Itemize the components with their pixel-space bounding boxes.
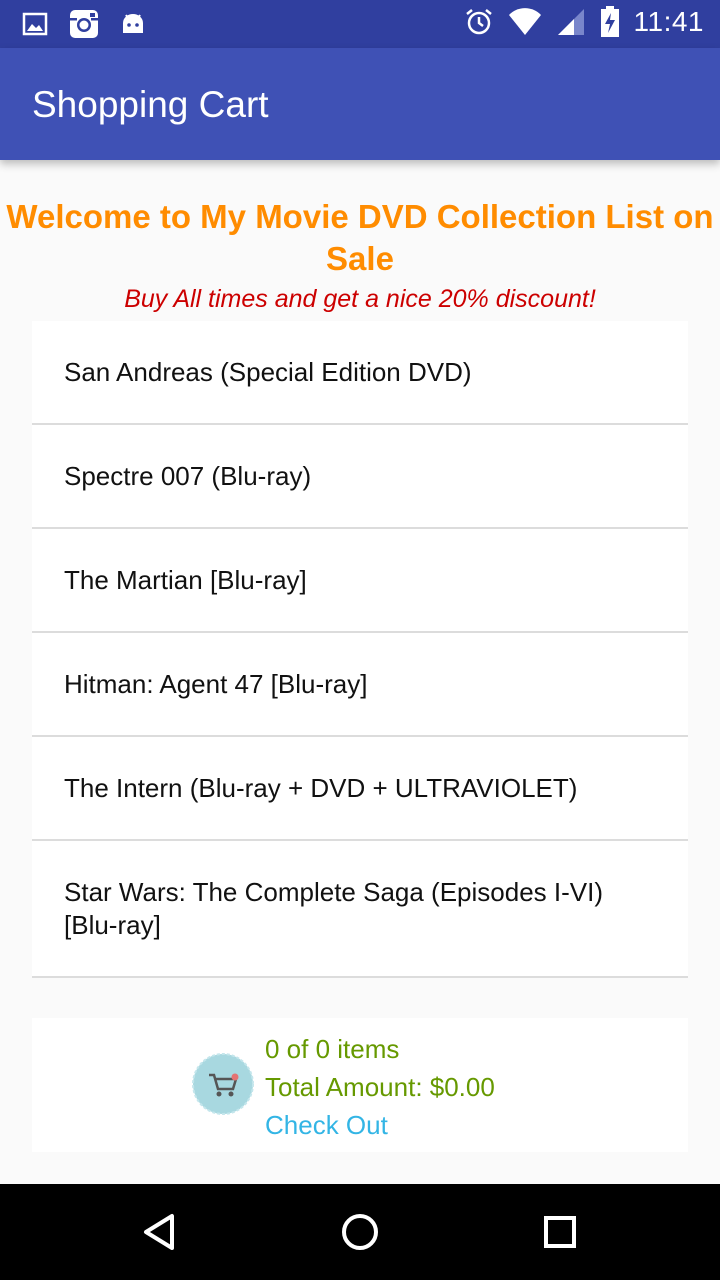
- home-icon[interactable]: [336, 1208, 384, 1256]
- movie-title: Hitman: Agent 47 [Blu-ray]: [64, 668, 368, 699]
- movie-title: The Intern (Blu-ray + DVD + ULTRAVIOLET): [64, 772, 578, 803]
- image-icon: [22, 12, 48, 36]
- shopping-cart-icon[interactable]: [192, 1053, 254, 1115]
- movie-list: San Andreas (Special Edition DVD) Spectr…: [32, 321, 688, 978]
- cart-details: 0 of 0 items Total Amount: $0.00 Check O…: [265, 1030, 495, 1144]
- list-item[interactable]: The Intern (Blu-ray + DVD + ULTRAVIOLET): [32, 737, 688, 841]
- app-bar: Shopping Cart: [0, 48, 720, 160]
- movie-title: San Andreas (Special Edition DVD): [64, 356, 472, 387]
- cart-total-amount: Total Amount: $0.00: [265, 1072, 495, 1102]
- signal-icon: [557, 9, 584, 35]
- movie-title: The Martian [Blu-ray]: [64, 564, 307, 595]
- alarm-icon: [465, 9, 492, 35]
- recents-icon[interactable]: [536, 1208, 584, 1256]
- status-bar: 11:41: [0, 0, 720, 48]
- welcome-heading: Welcome to My Movie DVD Collection List …: [0, 196, 720, 280]
- list-item[interactable]: Star Wars: The Complete Saga (Episodes I…: [32, 841, 688, 978]
- system-icons: 11:41: [464, 6, 705, 38]
- list-item[interactable]: Hitman: Agent 47 [Blu-ray]: [32, 633, 688, 737]
- app-title: Shopping Cart: [32, 84, 269, 125]
- welcome-text: Welcome to My Movie DVD Collection List …: [6, 198, 714, 277]
- navigation-bar: [0, 1184, 720, 1280]
- notification-icons: [22, 8, 146, 40]
- wifi-icon: [508, 8, 541, 35]
- android-icon: [123, 14, 143, 33]
- movie-title: Spectre 007 (Blu-ray): [64, 460, 312, 491]
- back-icon[interactable]: [136, 1208, 184, 1256]
- list-item[interactable]: San Andreas (Special Edition DVD): [32, 321, 688, 425]
- discount-subtitle: Buy All times and get a nice 20% discoun…: [124, 285, 596, 313]
- sale-header: Welcome to My Movie DVD Collection List …: [0, 196, 720, 316]
- list-item[interactable]: The Martian [Blu-ray]: [32, 529, 688, 633]
- cart-item-count: 0 of 0 items: [265, 1034, 400, 1064]
- cart-summary: 0 of 0 items Total Amount: $0.00 Check O…: [32, 1018, 688, 1152]
- instagram-icon: [70, 10, 98, 38]
- status-time: 11:41: [633, 6, 704, 37]
- list-item[interactable]: Spectre 007 (Blu-ray): [32, 425, 688, 529]
- battery-charging-icon: [600, 6, 619, 37]
- checkout-link[interactable]: Check Out: [265, 1106, 495, 1144]
- movie-title: Star Wars: The Complete Saga (Episodes I…: [64, 876, 603, 940]
